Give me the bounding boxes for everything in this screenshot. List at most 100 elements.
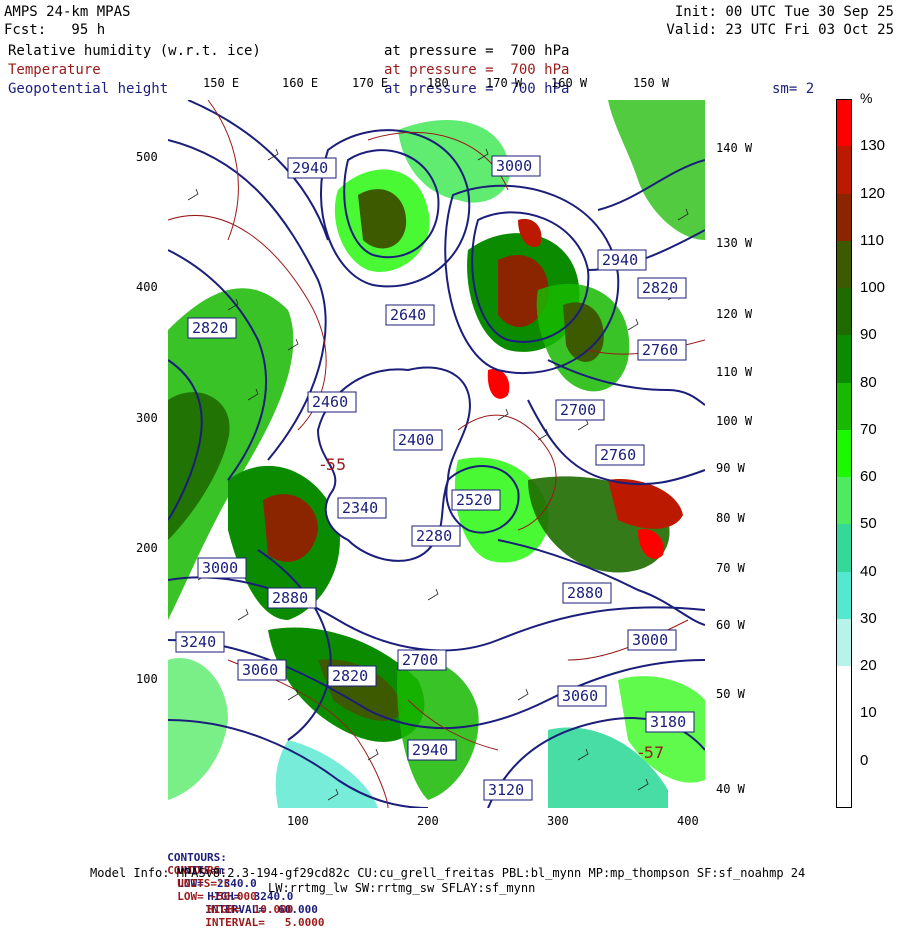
colorbar-label: 80 bbox=[860, 373, 877, 391]
height-label: 2520 bbox=[451, 489, 501, 511]
lon-label-top: 150 E bbox=[203, 76, 240, 90]
x-tick-label: 200 bbox=[417, 814, 439, 828]
height-label: 3060 bbox=[237, 659, 287, 681]
height-label: 2400 bbox=[393, 429, 443, 451]
height-label: 3240 bbox=[175, 631, 225, 653]
lon-label-right: 50 W bbox=[716, 687, 745, 701]
colorbar-label: 40 bbox=[860, 562, 877, 580]
svg-text:3000: 3000 bbox=[496, 157, 532, 175]
svg-text:2820: 2820 bbox=[192, 319, 228, 337]
field-level-temp: at pressure = 700 hPa bbox=[384, 62, 570, 78]
lon-label-right: 80 W bbox=[716, 511, 745, 525]
height-label: 2820 bbox=[327, 665, 377, 687]
weather-map: 2940 3000 2820 2640 2460 2400 2340 2280 … bbox=[168, 100, 705, 808]
svg-text:2940: 2940 bbox=[602, 251, 638, 269]
temp-label: -55 bbox=[320, 455, 346, 474]
svg-text:2820: 2820 bbox=[642, 279, 678, 297]
height-label: 2280 bbox=[411, 525, 461, 547]
y-tick-label: 300 bbox=[136, 411, 158, 425]
svg-text:3000: 3000 bbox=[202, 559, 238, 577]
height-label: 2700 bbox=[397, 649, 447, 671]
lon-label-top: 180 bbox=[427, 76, 449, 90]
lon-label-right: 130 W bbox=[716, 236, 753, 250]
contour-low: LOW= -50.000 bbox=[177, 890, 257, 903]
forecast-hour: Fcst: 95 h bbox=[4, 22, 106, 38]
svg-text:2460: 2460 bbox=[312, 393, 348, 411]
svg-text:3060: 3060 bbox=[562, 687, 598, 705]
svg-text:2940: 2940 bbox=[292, 159, 328, 177]
height-label: 2460 bbox=[307, 391, 357, 413]
model-info-line2: LW:rrtmg_lw SW:rrtmg_sw SFLAY:sf_mynn bbox=[268, 881, 536, 895]
temp-label: -57 bbox=[638, 743, 664, 762]
y-tick-label: 100 bbox=[136, 672, 158, 686]
contour-interval: INTERVAL= 5.0000 bbox=[205, 916, 325, 929]
lon-label-right: 60 W bbox=[716, 618, 745, 632]
svg-text:2880: 2880 bbox=[567, 584, 603, 602]
colorbar-label: 120 bbox=[860, 184, 886, 202]
svg-text:2700: 2700 bbox=[402, 651, 438, 669]
height-label: 2760 bbox=[595, 444, 645, 466]
colorbar-label: 90 bbox=[860, 326, 877, 344]
field-level-rh: at pressure = 700 hPa bbox=[384, 43, 570, 59]
colorbar-unit: % bbox=[860, 90, 873, 106]
colorbar-label: 60 bbox=[860, 468, 877, 486]
lon-label-right: 40 W bbox=[716, 782, 745, 796]
height-label: 3060 bbox=[557, 685, 607, 707]
svg-text:2700: 2700 bbox=[560, 401, 596, 419]
model-info: Model Info: MPASv8.2.3-194-gf29cd82c CU:… bbox=[90, 866, 806, 880]
colorbar-label: 30 bbox=[860, 609, 877, 627]
lon-label-top: 170 W bbox=[486, 76, 523, 90]
valid-time: Valid: 23 UTC Fri 03 Oct 25 bbox=[666, 22, 894, 38]
height-label: 2820 bbox=[187, 317, 237, 339]
lon-label-right: 70 W bbox=[716, 561, 745, 575]
lon-label-top: 150 W bbox=[633, 76, 670, 90]
svg-text:2880: 2880 bbox=[272, 589, 308, 607]
lon-label-right: 100 W bbox=[716, 414, 753, 428]
svg-text:3180: 3180 bbox=[650, 713, 686, 731]
product-title: AMPS 24-km MPAS bbox=[4, 4, 131, 20]
height-label: 2760 bbox=[637, 339, 687, 361]
svg-text:3000: 3000 bbox=[632, 631, 668, 649]
colorbar-label: 110 bbox=[860, 231, 884, 249]
height-label: 2940 bbox=[407, 739, 457, 761]
colorbar-label: 20 bbox=[860, 657, 877, 675]
svg-text:2340: 2340 bbox=[342, 499, 378, 517]
height-label: 3000 bbox=[197, 557, 247, 579]
colorbar-label: 100 bbox=[860, 279, 886, 297]
x-tick-label: 300 bbox=[547, 814, 569, 828]
colorbar-label: 10 bbox=[860, 704, 877, 722]
height-label: 2940 bbox=[597, 249, 647, 271]
lon-label-right: 90 W bbox=[716, 461, 745, 475]
height-label: 2340 bbox=[337, 497, 387, 519]
lon-label-right: 140 W bbox=[716, 141, 753, 155]
svg-text:2400: 2400 bbox=[398, 431, 434, 449]
field-level-height: at pressure = 700 hPa bbox=[384, 81, 570, 97]
x-tick-label: 400 bbox=[677, 814, 699, 828]
contour-high: HIGH= 10.000 bbox=[207, 903, 294, 916]
height-label: 2640 bbox=[385, 304, 435, 326]
y-tick-label: 500 bbox=[136, 150, 158, 164]
lon-label-top: 170 E bbox=[352, 76, 389, 90]
field-name-rh: Relative humidity (w.r.t. ice) bbox=[8, 43, 261, 59]
height-label: 2940 bbox=[287, 157, 337, 179]
svg-text:3120: 3120 bbox=[488, 781, 524, 799]
smoothing-label: sm= 2 bbox=[772, 81, 815, 97]
lon-label-right: 110 W bbox=[716, 365, 753, 379]
svg-text:2280: 2280 bbox=[416, 527, 452, 545]
height-label: 2880 bbox=[267, 587, 317, 609]
lon-label-right: 120 W bbox=[716, 307, 753, 321]
y-tick-label: 200 bbox=[136, 541, 158, 555]
lon-label-top: 160 E bbox=[282, 76, 319, 90]
svg-text:2760: 2760 bbox=[642, 341, 678, 359]
svg-text:2520: 2520 bbox=[456, 491, 492, 509]
height-label: 2820 bbox=[637, 277, 687, 299]
svg-text:2940: 2940 bbox=[412, 741, 448, 759]
colorbar-label: 0 bbox=[860, 751, 869, 769]
field-name-temp: Temperature bbox=[8, 62, 101, 78]
height-label: 3120 bbox=[483, 779, 533, 801]
svg-text:2640: 2640 bbox=[390, 306, 426, 324]
colorbar-label: 70 bbox=[860, 420, 877, 438]
x-tick-label: 100 bbox=[287, 814, 309, 828]
lon-label-top: 160 W bbox=[551, 76, 588, 90]
height-label: 2700 bbox=[555, 399, 605, 421]
